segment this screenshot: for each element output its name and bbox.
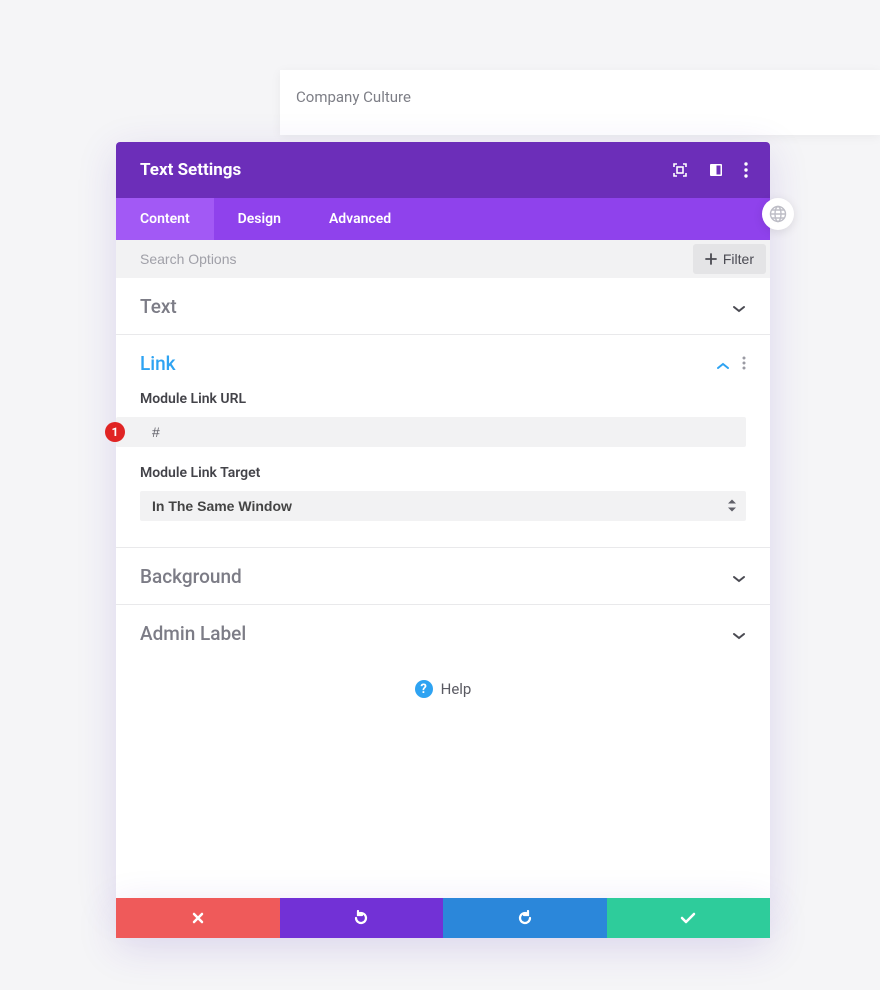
section-admin-label-head[interactable]: Admin Label	[140, 605, 746, 661]
section-admin-label: Admin Label	[116, 605, 770, 661]
url-input-wrap: 1	[116, 417, 746, 447]
section-link-head[interactable]: Link	[140, 335, 746, 391]
tab-design[interactable]: Design	[214, 198, 305, 240]
search-row: Filter	[116, 240, 770, 278]
section-text-title: Text	[140, 295, 177, 318]
cancel-button[interactable]	[116, 898, 280, 938]
chevron-down-icon	[732, 622, 746, 645]
chevron-up-icon	[716, 352, 730, 375]
section-text: Text	[116, 278, 770, 335]
section-background-head[interactable]: Background	[140, 548, 746, 604]
company-culture-card: Company Culture	[280, 70, 880, 135]
section-link: Link Module Link URL 1 Module Link Targe…	[116, 335, 770, 548]
tabs: Content Design Advanced	[116, 198, 770, 240]
filter-button[interactable]: Filter	[693, 244, 766, 274]
filter-label: Filter	[723, 251, 754, 267]
settings-panel: Text Settings Content Design Advanced Fi…	[116, 142, 770, 901]
footer-actions	[116, 898, 770, 938]
search-input[interactable]	[140, 251, 689, 267]
undo-button[interactable]	[280, 898, 444, 938]
company-culture-text: Company Culture	[296, 88, 411, 106]
chevron-down-icon	[732, 565, 746, 588]
help-label: Help	[441, 680, 472, 698]
expand-icon[interactable]	[672, 162, 688, 178]
panel-mode-icon[interactable]	[708, 162, 724, 178]
redo-button[interactable]	[443, 898, 607, 938]
section-link-title: Link	[140, 352, 176, 375]
link-body: Module Link URL 1 Module Link Target In …	[140, 391, 746, 547]
url-input[interactable]	[116, 417, 746, 447]
chevron-down-icon	[732, 295, 746, 318]
url-label: Module Link URL	[140, 391, 746, 407]
url-step-badge: 1	[105, 422, 125, 442]
section-background: Background	[116, 548, 770, 605]
panel-title: Text Settings	[140, 160, 672, 180]
section-background-title: Background	[140, 565, 242, 588]
target-select[interactable]: In The Same Window	[140, 491, 746, 521]
target-select-wrap: In The Same Window	[140, 491, 746, 521]
globe-icon[interactable]	[762, 198, 794, 230]
panel-header: Text Settings	[116, 142, 770, 198]
more-vertical-icon[interactable]	[744, 162, 748, 178]
section-link-more-icon[interactable]	[742, 352, 746, 375]
section-admin-label-title: Admin Label	[140, 622, 246, 645]
help-icon: ?	[415, 680, 433, 698]
save-button[interactable]	[607, 898, 771, 938]
tab-advanced[interactable]: Advanced	[305, 198, 415, 240]
tab-content[interactable]: Content	[116, 198, 214, 240]
empty-space	[116, 717, 770, 901]
header-icons	[672, 162, 748, 178]
target-label: Module Link Target	[140, 465, 746, 481]
section-text-head[interactable]: Text	[140, 278, 746, 334]
help-row[interactable]: ? Help	[116, 661, 770, 717]
